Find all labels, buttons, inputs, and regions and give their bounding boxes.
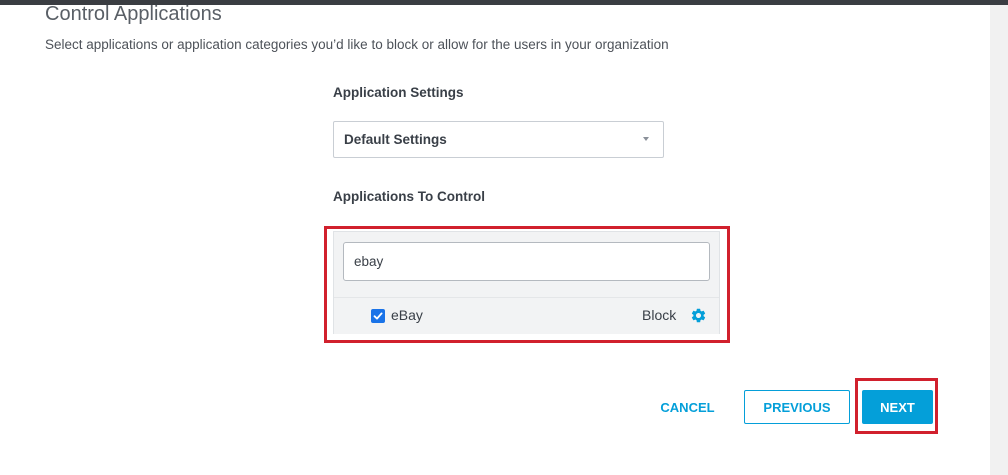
app-action-status: Block (642, 307, 677, 323)
applications-to-control-label: Applications To Control (333, 189, 485, 204)
application-settings-label: Application Settings (333, 85, 464, 100)
application-settings-selected-value: Default Settings (344, 132, 447, 147)
gear-icon[interactable] (690, 307, 707, 324)
next-button[interactable]: NEXT (862, 390, 933, 424)
chevron-down-icon (643, 137, 649, 141)
app-checkbox[interactable] (371, 309, 385, 323)
application-settings-select[interactable]: Default Settings (333, 121, 664, 158)
application-search-input[interactable] (343, 242, 710, 281)
page-description: Select applications or application categ… (45, 37, 669, 52)
checkmark-icon (373, 312, 383, 320)
app-name: eBay (391, 307, 423, 323)
previous-button[interactable]: PREVIOUS (744, 390, 850, 424)
vertical-scrollbar[interactable] (990, 5, 1008, 475)
list-item[interactable]: eBay Block (334, 297, 719, 334)
page-title: Control Applications (45, 3, 222, 25)
cancel-button[interactable]: CANCEL (650, 396, 725, 418)
